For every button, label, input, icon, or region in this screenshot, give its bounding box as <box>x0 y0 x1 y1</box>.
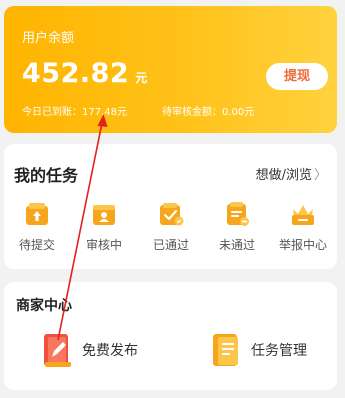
today-arrived-text: 今日已到账：177.48元 <box>22 107 127 118</box>
free-publish-label: 免费发布 <box>82 343 138 359</box>
merchant-center-title: 商家中心 <box>16 298 72 314</box>
want-browse-label: 想做/浏览 <box>255 168 312 183</box>
merchant-center-card: 商家中心 免费发布 任务管理 <box>4 282 337 390</box>
task-item-label: 未通过 <box>218 238 255 252</box>
task-management-icon <box>213 334 238 366</box>
task-status-row: 待提交 审核中 已通过 未通过 举报中心 <box>4 200 337 260</box>
task-item-report-center[interactable]: 举报中心 <box>272 200 334 253</box>
report-center-icon <box>292 205 314 225</box>
balance-title: 用户余额 <box>22 31 75 46</box>
task-item-approved[interactable]: 已通过 <box>140 200 202 253</box>
balance-card: 用户余额 452.82 元 提现 今日已到账：177.48元 待审核金额：0.00… <box>4 6 337 133</box>
balance-amount: 452.82 元 <box>22 58 147 89</box>
want-browse-link[interactable]: 想做/浏览〉 <box>256 164 327 183</box>
task-item-label: 审核中 <box>85 238 122 252</box>
chevron-right-icon: 〉 <box>313 168 327 183</box>
my-tasks-title: 我的任务 <box>14 166 79 185</box>
balance-amount-unit: 元 <box>135 71 148 85</box>
free-publish-button[interactable]: 免费发布 <box>40 332 138 368</box>
my-tasks-card: 我的任务 想做/浏览〉 待提交 审核中 已通过 未通过 举报中心 <box>4 144 337 269</box>
balance-amount-value: 452.82 <box>22 58 130 89</box>
approved-icon <box>160 203 184 226</box>
task-item-under-review[interactable]: 审核中 <box>73 200 135 253</box>
task-management-button[interactable]: 任务管理 <box>209 332 307 368</box>
pending-review-text: 待审核金额：0.00元 <box>162 107 255 118</box>
task-item-pending-submit[interactable]: 待提交 <box>6 200 68 253</box>
task-item-rejected[interactable]: 未通过 <box>206 200 268 253</box>
withdraw-button[interactable]: 提现 <box>266 63 328 90</box>
task-item-label: 举报中心 <box>278 238 327 252</box>
rejected-icon <box>227 202 249 226</box>
task-item-label: 已通过 <box>152 238 189 252</box>
pending-submit-icon <box>26 203 48 225</box>
free-publish-icon <box>44 334 71 367</box>
task-item-label: 待提交 <box>18 238 55 252</box>
under-review-icon <box>93 205 115 225</box>
task-management-label: 任务管理 <box>251 343 307 359</box>
